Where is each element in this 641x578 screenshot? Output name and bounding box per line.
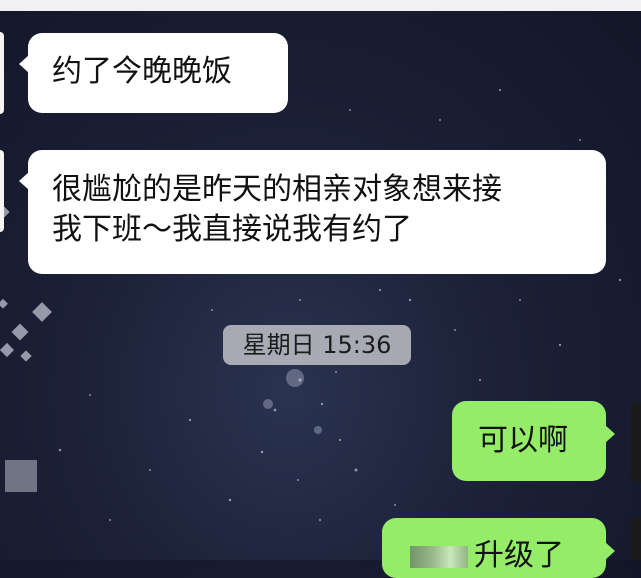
- message-text-line: 很尴尬的是昨天的相亲对象想来接: [52, 172, 502, 207]
- self-avatar[interactable]: [631, 402, 641, 482]
- bubble-tail: [605, 542, 615, 560]
- redacted-blur: [410, 545, 468, 568]
- bubble-tail: [19, 55, 29, 73]
- incoming-message-bubble[interactable]: 很尴尬的是昨天的相亲对象想来接 我下班～我直接说我有约了: [19, 150, 606, 274]
- outgoing-message-bubble[interactable]: 可以啊: [452, 401, 615, 481]
- timestamp-divider: 星期日 15:36: [223, 325, 411, 365]
- message-text-line: 我下班～我直接说我有约了: [52, 212, 412, 247]
- self-avatar[interactable]: [631, 518, 641, 560]
- contact-avatar[interactable]: [0, 32, 4, 114]
- contact-avatar[interactable]: [0, 150, 4, 232]
- message-text: 升级了: [474, 538, 564, 573]
- outgoing-message-bubble[interactable]: 升级了: [382, 518, 615, 578]
- bubble-tail: [19, 172, 29, 190]
- message-text: 约了今晚晚饭: [52, 54, 232, 89]
- bubble-tail: [605, 425, 615, 443]
- message-text: 可以啊: [478, 423, 568, 458]
- incoming-message-bubble[interactable]: 约了今晚晚饭: [19, 33, 288, 113]
